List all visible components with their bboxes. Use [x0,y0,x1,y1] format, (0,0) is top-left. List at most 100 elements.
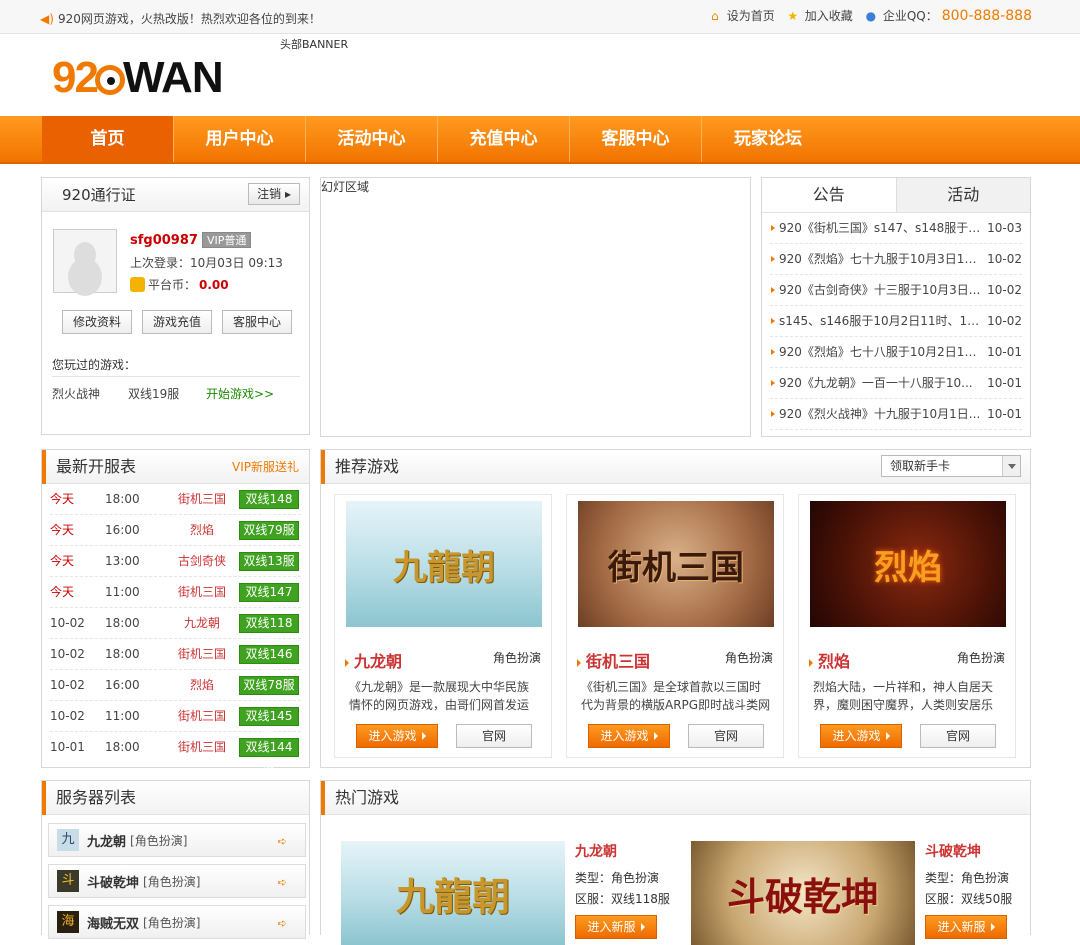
logout-button[interactable]: 注销 ▸ [248,183,300,205]
official-site-button[interactable]: 官网 [456,724,532,748]
game-image[interactable]: 街机三国 [578,501,774,627]
new-servers-list: 今天 18:00 街机三国 双线148服 今天 16:00 烈焰 双线79服 今天 13:00… [42,484,309,771]
game-icon: 海 [57,911,79,933]
add-favorite-link[interactable]: ★ 加入收藏 [785,7,852,24]
arrow-right-icon: ➪ [277,835,287,848]
game-title[interactable]: 斗破乾坤 [925,841,981,861]
vip-badge: VIP普通 [201,232,252,248]
table-row: 今天 13:00 古剑奇侠 双线13服 [50,546,301,577]
table-row: 10-02 11:00 街机三国 双线145服 [50,701,301,740]
game-image[interactable]: 九龍朝 [341,841,565,945]
server-badge[interactable]: 双线146服 [239,645,299,678]
edit-profile-button[interactable]: 修改资料 [62,310,132,334]
list-item[interactable]: 920《九龙朝》一百一十八服于10... 10-01 [770,368,1022,399]
enter-new-server-button[interactable]: 进入新服 [575,915,657,939]
enter-game-button[interactable]: 进入游戏 [588,724,670,748]
game-title[interactable]: 九龙朝 [575,841,617,861]
game-title[interactable]: 烈焰 [809,648,850,672]
played-game-name[interactable]: 烈火战神 [52,385,128,402]
server-badge[interactable]: 双线79服 [239,521,299,540]
server-badge[interactable]: 双线148服 [239,490,299,523]
top-links: ⌂ 设为首页 ★ 加入收藏 ● 企业QQ： 800-888-888 [707,7,1032,24]
game-card-lieyan: 烈焰 烈焰 角色扮演 烈焰大陆，一片祥和，神人自居天界，魔则困守魔界，人类则安居… [798,494,1016,758]
server-badge[interactable]: 双线147服 [239,583,299,616]
set-home-link[interactable]: ⌂ 设为首页 [707,7,775,24]
avatar[interactable] [53,229,117,293]
game-zone: 区服：双线118服 [575,892,670,906]
game-title[interactable]: 街机三国 [577,648,650,672]
official-site-button[interactable]: 官网 [688,724,764,748]
customer-service-button[interactable]: 客服中心 [222,310,292,334]
list-item[interactable]: 920《街机三国》s147、s148服于1... 10-03 [770,213,1022,244]
passport-actions: 修改资料 游戏充值 客服中心 [62,310,292,334]
qq-number: 800-888-888 [941,7,1032,24]
game-title[interactable]: 九龙朝 [345,648,402,672]
vip-gift-link[interactable]: VIP新服送礼 [232,450,299,484]
server-badge[interactable]: 双线78服 [239,676,299,695]
divider [52,376,300,377]
list-item[interactable]: 920《烈焰》七十八服于10月2日16... 10-01 [770,337,1022,368]
main-nav: 首页 用户中心 活动中心 充值中心 客服中心 玩家论坛 [0,116,1080,164]
tab-activity[interactable]: 活动 [895,178,1030,212]
new-servers-title: 最新开服表 VIP新服送礼 [42,450,309,484]
server-badge[interactable]: 双线118服 [239,614,299,647]
server-badge[interactable]: 双线144服 [239,738,299,771]
official-site-button[interactable]: 官网 [920,724,996,748]
server-list-title: 服务器列表 [42,781,309,815]
passport-panel: 920通行证 注销 ▸ sfg00987 VIP普通 上次登录：10月03日 09… [41,177,310,435]
arrow-right-icon: ➪ [277,876,287,889]
list-item[interactable]: 920《烈火战神》十九服于10月1日... 10-01 [770,399,1022,430]
header-banner: 头部BANNER [280,38,349,51]
logo-eye-icon [94,65,125,95]
coin-icon [130,277,145,292]
game-image[interactable]: 斗破乾坤 [691,841,915,945]
server-badge[interactable]: 双线145服 [239,707,299,740]
game-icon: 九 [57,829,79,851]
game-type: 角色扮演 [724,651,773,665]
nav-recharge[interactable]: 充值中心 [438,116,570,162]
notice-panel: 公告 活动 920《街机三国》s147、s148服于1... 10-03 920《… [761,177,1031,437]
list-item[interactable]: 920《古剑奇侠》十三服于10月3日... 10-02 [770,275,1022,306]
slideshow-label: 幻灯区域 [321,180,370,194]
server-list-item[interactable]: 斗 斗破乾坤 [角色扮演] ➪ [48,864,306,898]
caret-right-icon: ▸ [284,187,291,201]
game-type: 角色扮演 [956,651,1005,665]
game-image[interactable]: 烈焰 [810,501,1006,627]
nav-user-center[interactable]: 用户中心 [174,116,306,162]
welcome-message: ◀) 920网页游戏，火热改版！热烈欢迎各位的到来！ [40,12,321,26]
nav-support[interactable]: 客服中心 [570,116,702,162]
nav-events[interactable]: 活动中心 [306,116,438,162]
home-icon: ⌂ [710,8,719,23]
qq-icon: ● [865,8,877,23]
server-badge[interactable]: 双线13服 [239,552,299,571]
played-game-server: 双线19服 [128,387,180,401]
hot-games-panel: 热门游戏 九龍朝 九龙朝 类型：角色扮演 区服：双线118服 进入新服 斗破乾坤… [320,780,1031,945]
star-icon: ★ [787,8,799,23]
site-logo[interactable]: 92 WAN [52,53,224,102]
server-list-panel: 服务器列表 九 九龙朝 [角色扮演] ➪ 斗 斗破乾坤 [角色扮演] ➪ 海 海贼无… [41,780,310,939]
game-image[interactable]: 九龍朝 [346,501,542,627]
start-game-link[interactable]: 开始游戏>> [206,385,274,402]
top-bar: ◀) 920网页游戏，火热改版！热烈欢迎各位的到来！ ⌂ 设为首页 ★ 加入收藏 … [0,0,1080,34]
nav-forum[interactable]: 玩家论坛 [702,116,834,162]
game-card-jiejisanguo: 街机三国 街机三国 角色扮演 《街机三国》是全球首款以三国时代为背景的横版ARP… [566,494,784,758]
game-card-jiulongchao: 九龍朝 九龙朝 角色扮演 《九龙朝》是一款展现大中华民族情怀的网页游戏，由哥们网… [334,494,552,758]
notice-tabs: 公告 活动 [762,178,1030,213]
username: sfg00987 VIP普通 [130,232,252,248]
enter-game-button[interactable]: 进入游戏 [820,724,902,748]
game-icon: 斗 [57,870,79,892]
list-item[interactable]: s145、s146服于10月2日11时、18... 10-02 [770,306,1022,337]
enter-game-button[interactable]: 进入游戏 [356,724,438,748]
game-recharge-button[interactable]: 游戏充值 [142,310,212,334]
enter-new-server-button[interactable]: 进入新服 [925,915,1007,939]
list-item[interactable]: 920《烈焰》七十九服于10月3日16... 10-02 [770,244,1022,275]
nav-home[interactable]: 首页 [42,116,174,162]
passport-title: 920通行证 注销 ▸ [42,178,309,212]
server-list-item[interactable]: 九 九龙朝 [角色扮演] ➪ [48,823,306,857]
server-list-item[interactable]: 海 海贼无双 [角色扮演] ➪ [48,905,306,939]
tab-notice[interactable]: 公告 [762,178,896,212]
slideshow-area[interactable]: 幻灯区域 [320,177,751,437]
company-qq[interactable]: ● 企业QQ： 800-888-888 [863,7,1032,24]
played-game-row: 烈火战神 双线19服 开始游戏>> [52,385,274,402]
newbie-card-select[interactable]: 领取新手卡 [881,455,1021,477]
